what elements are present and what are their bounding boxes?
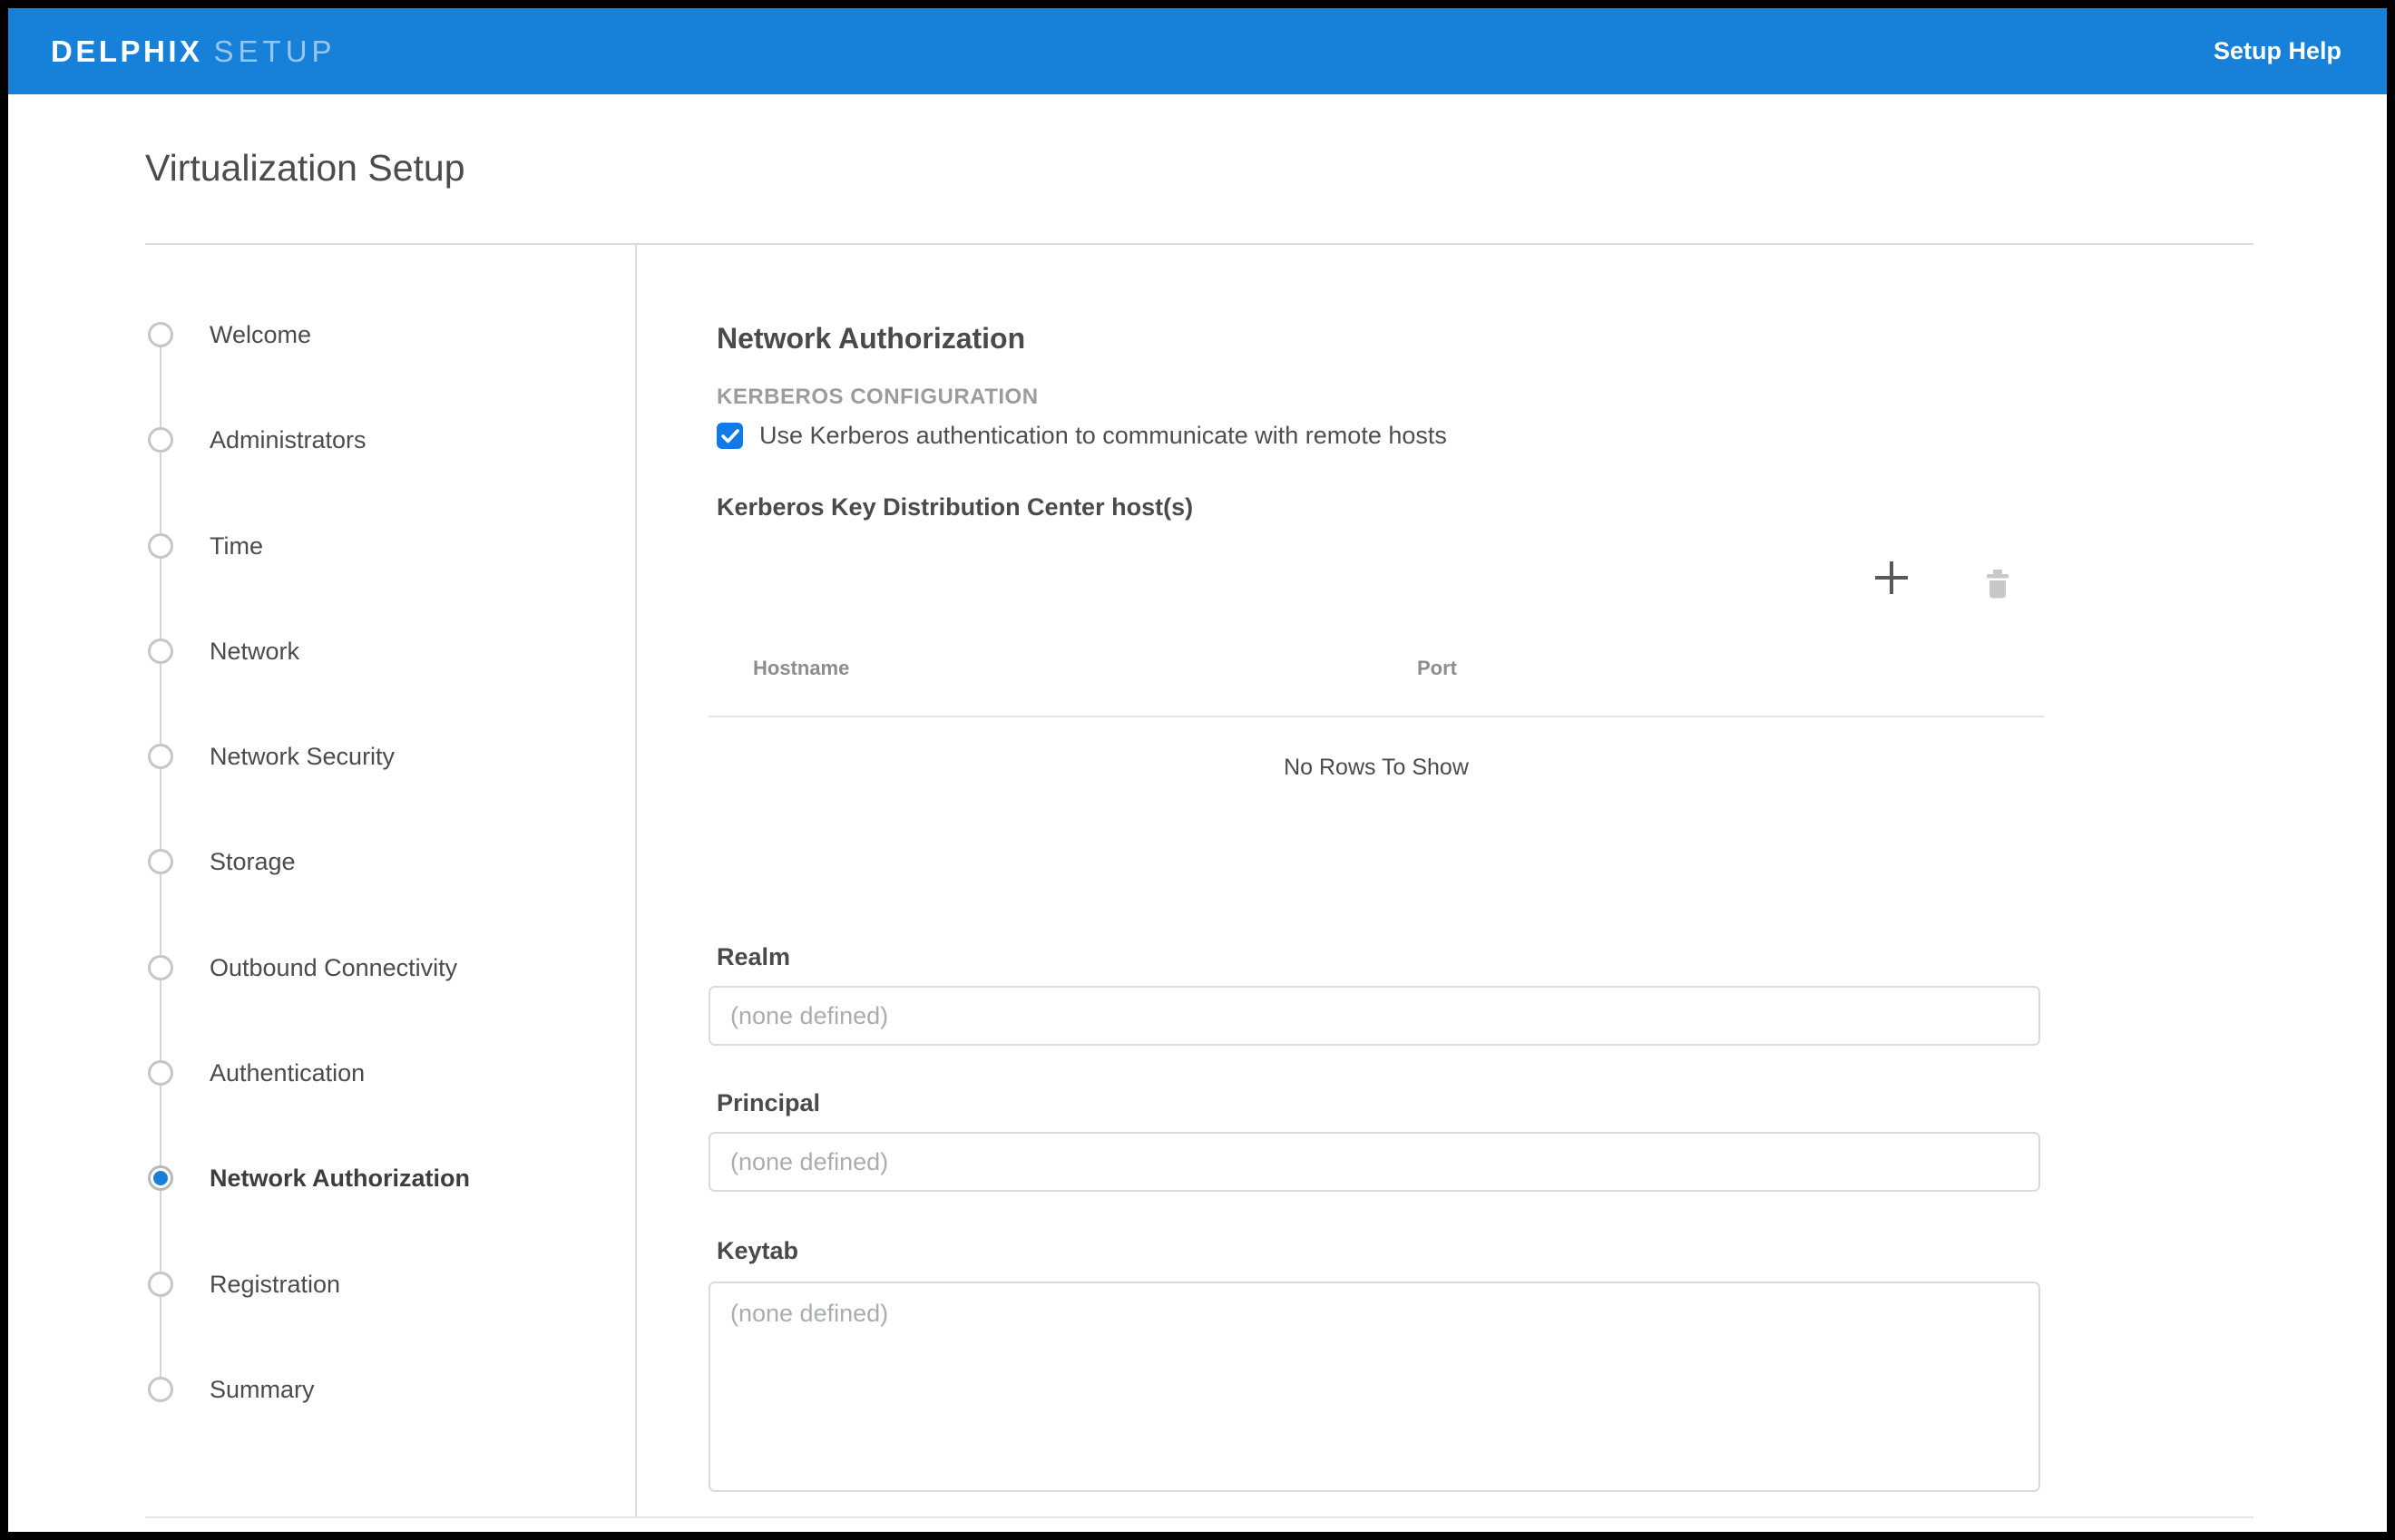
principal-input[interactable] <box>709 1132 2040 1192</box>
kerberos-configuration-heading: KERBEROS CONFIGURATION <box>717 385 1039 410</box>
delphix-setup-logo: DELPHIX SETUP <box>51 8 337 94</box>
step-circle-icon <box>148 1060 173 1086</box>
use-kerberos-checkbox[interactable] <box>717 423 743 449</box>
setup-help-link[interactable]: Setup Help <box>2214 8 2341 94</box>
footer-divider <box>145 1516 2253 1518</box>
step-circle-active-icon <box>148 1165 173 1191</box>
sidebar-item-administrators[interactable]: Administrators <box>148 422 367 458</box>
step-circle-icon <box>148 1377 173 1402</box>
page-title: Virtualization Setup <box>145 147 465 190</box>
brand-primary: DELPHIX <box>51 34 203 69</box>
sidebar-item-registration[interactable]: Registration <box>148 1266 340 1302</box>
sidebar-divider <box>635 243 637 1516</box>
kdc-hosts-label: Kerberos Key Distribution Center host(s) <box>717 493 1193 521</box>
keytab-textarea[interactable] <box>709 1282 2040 1492</box>
step-circle-icon <box>148 322 173 347</box>
title-divider <box>145 243 2253 245</box>
step-circle-icon <box>148 1272 173 1297</box>
kdc-table-empty-state: No Rows To Show <box>709 755 2044 781</box>
principal-label: Principal <box>717 1089 820 1117</box>
plus-icon <box>1873 560 1910 596</box>
sidebar-item-welcome[interactable]: Welcome <box>148 317 311 353</box>
sidebar-item-network-security[interactable]: Network Security <box>148 738 395 775</box>
keytab-label: Keytab <box>717 1237 798 1265</box>
brand-secondary: SETUP <box>214 34 337 69</box>
sidebar-item-authentication[interactable]: Authentication <box>148 1055 365 1091</box>
checkmark-icon <box>721 429 739 443</box>
step-circle-icon <box>148 638 173 664</box>
app-header: DELPHIX SETUP Setup Help <box>8 8 2387 94</box>
setup-page: DELPHIX SETUP Setup Help Virtualization … <box>8 8 2387 1532</box>
kdc-table-header-hostname: Hostname <box>753 657 849 680</box>
kdc-table-header-port: Port <box>1417 657 1457 680</box>
sidebar-item-outbound-connectivity[interactable]: Outbound Connectivity <box>148 950 457 986</box>
app-window: DELPHIX SETUP Setup Help Virtualization … <box>0 0 2395 1540</box>
sidebar-item-summary[interactable]: Summary <box>148 1371 315 1408</box>
step-circle-icon <box>148 427 173 453</box>
sidebar-item-network-authorization[interactable]: Network Authorization <box>148 1160 470 1196</box>
use-kerberos-label: Use Kerberos authentication to communica… <box>759 422 1447 450</box>
trash-icon <box>1983 569 2012 599</box>
step-circle-icon <box>148 744 173 769</box>
use-kerberos-row: Use Kerberos authentication to communica… <box>717 422 1447 450</box>
step-circle-icon <box>148 533 173 559</box>
add-kdc-host-button[interactable] <box>1872 558 1911 598</box>
sidebar-item-storage[interactable]: Storage <box>148 843 296 880</box>
step-circle-icon <box>148 849 173 874</box>
kdc-table-header-divider <box>709 716 2044 717</box>
section-title: Network Authorization <box>717 322 1025 356</box>
realm-input[interactable] <box>709 986 2040 1046</box>
realm-label: Realm <box>717 943 790 971</box>
delete-kdc-host-button[interactable] <box>1978 564 2018 604</box>
sidebar-item-network[interactable]: Network <box>148 633 299 669</box>
sidebar-item-time[interactable]: Time <box>148 528 263 564</box>
step-circle-icon <box>148 955 173 980</box>
